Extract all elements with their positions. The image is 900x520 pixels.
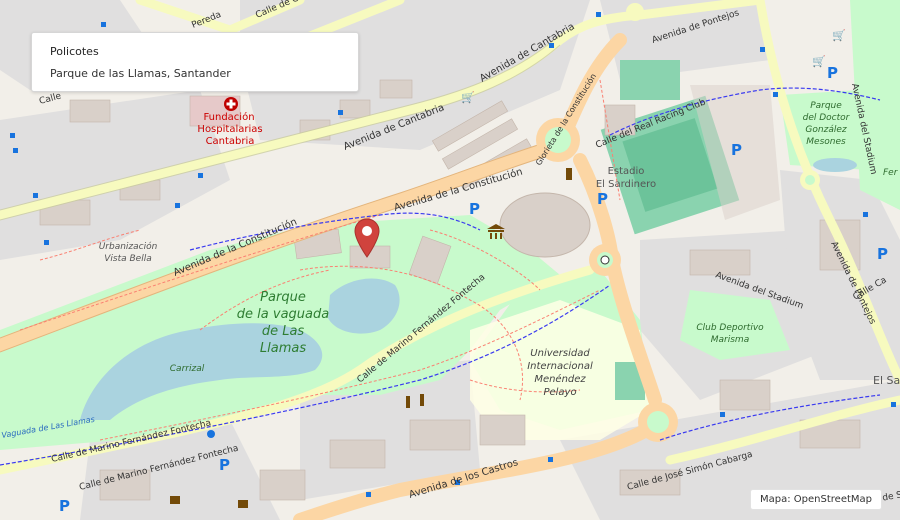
- svg-text:P: P: [59, 497, 70, 515]
- map-attribution[interactable]: Mapa: OpenStreetMap: [750, 489, 882, 510]
- roundabout-symbol-icon: [600, 255, 610, 265]
- label-parque-llamas-1: Parque: [260, 290, 306, 305]
- svg-text:P: P: [469, 200, 480, 218]
- label-universidad-1: Universidad: [530, 348, 590, 359]
- svg-text:🛒: 🛒: [461, 91, 475, 104]
- hospital-icon: [224, 97, 238, 111]
- svg-text:P: P: [219, 456, 230, 474]
- svg-text:P: P: [731, 141, 742, 159]
- label-carrizal: Carrizal: [170, 364, 205, 374]
- svg-text:🛒: 🛒: [812, 55, 826, 68]
- label-fundacion-3: Cantabria: [206, 136, 255, 147]
- label-fer: Fer: [883, 168, 899, 178]
- label-parque-gonzalez-1: Parque: [810, 101, 842, 111]
- label-parque-gonzalez-4: Mesones: [806, 137, 846, 147]
- svg-text:🛒: 🛒: [832, 29, 846, 42]
- label-parque-llamas-3: de Las: [262, 324, 305, 339]
- map-pin-icon[interactable]: [354, 218, 380, 258]
- bus-station-icon: [207, 430, 215, 438]
- label-el-sa: El Sa: [873, 374, 900, 387]
- svg-text:P: P: [877, 245, 888, 263]
- location-subtitle: Parque de las Llamas, Santander: [50, 67, 231, 80]
- location-info-card: Policotes Parque de las Llamas, Santande…: [31, 32, 359, 92]
- label-estadio-2: El Sardinero: [596, 179, 656, 190]
- label-universidad-3: Menéndez: [534, 373, 586, 385]
- location-title: Policotes: [50, 45, 99, 58]
- svg-text:P: P: [597, 190, 608, 208]
- label-parque-gonzalez-2: del Doctor: [803, 113, 851, 123]
- label-estadio-1: Estadio: [608, 166, 645, 177]
- label-parque-llamas-4: Llamas: [260, 341, 306, 356]
- label-universidad-4: Pelayo: [543, 387, 576, 398]
- label-universidad-2: Internacional: [527, 361, 593, 372]
- label-fundacion-2: Hospitalarias: [197, 124, 262, 135]
- label-urbanizacion-2: Vista Bella: [104, 254, 151, 264]
- label-urbanizacion-1: Urbanización: [99, 241, 158, 252]
- label-parque-llamas-2: de la vaguada: [237, 307, 329, 322]
- label-fundacion-1: Fundación: [203, 111, 254, 123]
- label-club-2: Marisma: [711, 335, 749, 345]
- label-parque-gonzalez-3: González: [805, 125, 846, 135]
- arena: [499, 192, 591, 258]
- svg-text:P: P: [827, 64, 838, 82]
- label-club-1: Club Deportivo: [696, 323, 764, 333]
